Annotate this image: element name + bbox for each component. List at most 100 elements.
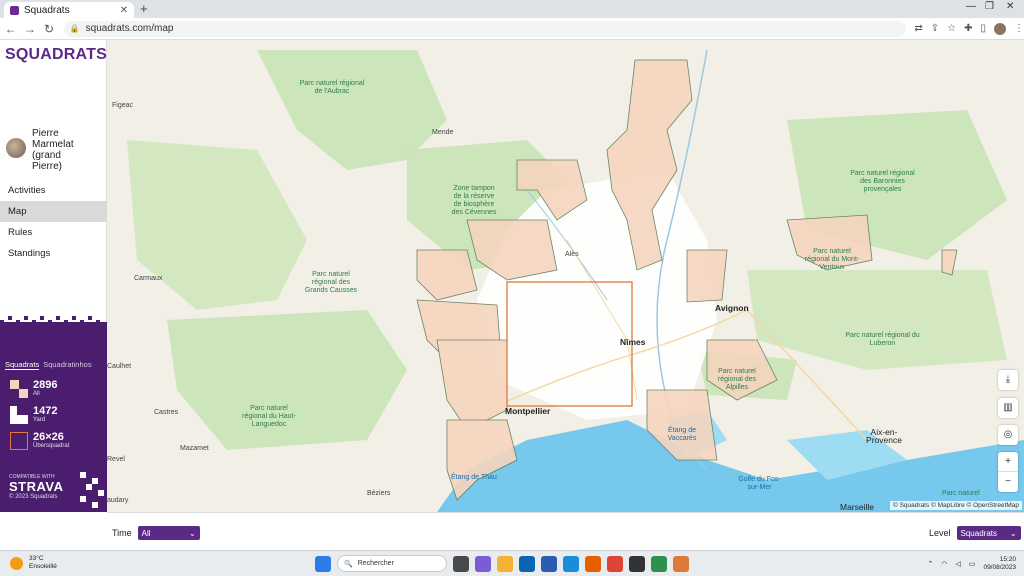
- app-icon[interactable]: [673, 555, 689, 572]
- city-label-nimes: Nîmes: [620, 337, 646, 347]
- menu-kebab-icon[interactable]: ⋮: [1014, 23, 1024, 35]
- sun-icon: [10, 556, 23, 570]
- user-profile[interactable]: Pierre Marmelat (grand Pierre): [6, 128, 92, 172]
- time-select[interactable]: All ⌄: [137, 526, 200, 540]
- weather-widget[interactable]: 33°C Ensoleillé: [10, 555, 57, 571]
- map-attribution[interactable]: © Squadrats © MapLibre © OpenStreetMap: [889, 501, 1022, 510]
- time-filter: Time All ⌄: [112, 526, 200, 540]
- stat-uber-value: 26×26: [33, 431, 64, 443]
- lock-icon: 🔒: [69, 24, 80, 33]
- water-label: Golfe du Fos-sur-Mer: [738, 476, 781, 491]
- sidebar: SQUADRATS Pierre Marmelat (grand Pierre)…: [0, 40, 107, 512]
- park-label: Zone tampon de la réserve de biosphère d…: [451, 185, 497, 216]
- bookmark-star-icon[interactable]: ☆: [947, 23, 956, 35]
- locate-control[interactable]: ◎: [998, 425, 1018, 445]
- stats-panel: Squadrats Squadratinhos 2896 All 1472 Ya…: [0, 316, 107, 512]
- copyright-text: © 2023 Squadrats: [9, 494, 58, 500]
- sidebar-item-rules[interactable]: Rules: [0, 222, 107, 243]
- chevron-up-icon[interactable]: ⌃: [927, 560, 933, 568]
- windows-start-icon[interactable]: [315, 555, 331, 572]
- app-icon[interactable]: [629, 555, 645, 572]
- new-tab-icon[interactable]: +: [140, 1, 148, 16]
- sidebar-item-map[interactable]: Map: [0, 201, 107, 222]
- park-label: Parc naturel régional des Grands Causses: [304, 271, 358, 294]
- chrome-icon[interactable]: [607, 555, 623, 572]
- taskbar-search[interactable]: 🔍 Rechercher: [337, 555, 447, 572]
- park-label: Parc naturel régional du Luberon: [845, 332, 920, 347]
- map-canvas[interactable]: Parc naturel régional de l'Aubrac Figeac…: [107, 40, 1024, 512]
- reload-icon[interactable]: ↻: [40, 22, 57, 36]
- speaker-icon[interactable]: ◁: [955, 560, 960, 568]
- profile-avatar[interactable]: [994, 22, 1007, 35]
- battery-icon[interactable]: ▭: [969, 560, 976, 568]
- level-label: Level: [929, 528, 951, 538]
- file-explorer-icon[interactable]: [497, 555, 513, 572]
- city-label: Caulhet: [107, 363, 132, 370]
- squadrats-favicon-icon: [10, 5, 19, 15]
- minimize-icon[interactable]: —: [966, 1, 976, 12]
- wifi-icon[interactable]: ◠: [941, 560, 947, 568]
- user-avatar: [6, 138, 26, 158]
- maximize-icon[interactable]: ❐: [985, 1, 994, 12]
- water-label: Étang de Thau: [451, 474, 497, 481]
- clock-time: 15:20: [999, 556, 1016, 563]
- close-tab-icon[interactable]: ✕: [120, 5, 128, 16]
- user-name: Pierre Marmelat (grand Pierre): [32, 128, 74, 172]
- zoom-out-icon[interactable]: −: [998, 472, 1018, 492]
- city-label-montpellier: Montpellier: [505, 406, 551, 416]
- back-icon[interactable]: ←: [2, 22, 19, 36]
- url-text: squadrats.com/map: [85, 23, 174, 34]
- forward-icon[interactable]: →: [21, 22, 38, 36]
- app-icon[interactable]: [563, 555, 579, 572]
- stat-all-value: 2896: [33, 379, 58, 391]
- park-label: Parc naturel régional du Mont-Ventoux: [804, 248, 860, 271]
- park-label: Parc naturel régional du Haut-Languedoc: [242, 405, 296, 428]
- mail-icon[interactable]: [519, 555, 535, 572]
- city-label: Béziers: [367, 490, 391, 497]
- share-icon[interactable]: ⇪: [931, 23, 939, 35]
- park-label: Parc naturel: [942, 490, 980, 497]
- browser-tab[interactable]: Squadrats ✕: [4, 2, 134, 18]
- strava-badge[interactable]: COMPATIBLE WITH STRAVA © 2023 Squadrats: [9, 474, 64, 500]
- sidebar-item-activities[interactable]: Activities: [0, 180, 107, 201]
- layers-icon[interactable]: ▥: [998, 398, 1018, 418]
- download-icon[interactable]: ⤓: [998, 370, 1018, 390]
- teams-icon[interactable]: [475, 555, 491, 572]
- brand-logo[interactable]: SQUADRATS: [5, 46, 107, 64]
- close-window-icon[interactable]: ✕: [1006, 1, 1014, 12]
- firefox-icon[interactable]: [585, 555, 601, 572]
- stat-yard-label: Yard: [33, 417, 46, 423]
- tab-squadrats[interactable]: Squadrats: [5, 360, 40, 370]
- task-view-icon[interactable]: [453, 555, 469, 572]
- city-label: audary: [107, 497, 129, 504]
- city-label: Mazamet: [180, 445, 209, 452]
- filter-bar: Time All ⌄ Level Squadrats ⌄: [107, 512, 1024, 550]
- zoom-in-icon[interactable]: +: [998, 452, 1018, 472]
- sidebar-item-standings[interactable]: Standings: [0, 243, 107, 264]
- park-label: Parc naturel régional de l'Aubrac: [299, 80, 365, 95]
- address-bar[interactable]: 🔒 squadrats.com/map: [63, 20, 907, 37]
- pixel-pattern-decoration: [0, 316, 100, 324]
- extensions-icon[interactable]: ✚: [964, 23, 972, 35]
- locate-icon[interactable]: ◎: [998, 425, 1018, 445]
- app-icon[interactable]: [541, 555, 557, 572]
- layers-control[interactable]: ▥: [998, 398, 1018, 418]
- browser-toolbar: ← → ↻ 🔒 squadrats.com/map ⇄ ⇪ ☆ ✚ ▯ ⋮: [0, 18, 1024, 40]
- pixel-corner-decoration: [80, 472, 104, 508]
- translate-icon[interactable]: ⇄: [914, 23, 922, 35]
- level-select[interactable]: Squadrats ⌄: [956, 526, 1021, 540]
- tab-squadratinhos[interactable]: Squadratinhos: [43, 360, 91, 370]
- clock[interactable]: 15:20 09/08/2023: [983, 556, 1016, 572]
- sidepanel-icon[interactable]: ▯: [981, 23, 987, 35]
- clock-date: 09/08/2023: [983, 564, 1016, 571]
- download-control[interactable]: ⤓: [998, 370, 1018, 390]
- city-label: Carmaux: [134, 275, 163, 282]
- city-label: Alès: [565, 251, 579, 258]
- chevron-down-icon: ⌄: [188, 528, 196, 538]
- sidebar-menu: Activities Map Rules Standings: [0, 180, 107, 264]
- search-placeholder: Rechercher: [357, 560, 394, 567]
- stat-ubersquadrat: 26×26 Übersquadrat: [10, 432, 69, 450]
- stat-all-label: All: [33, 391, 40, 397]
- temperature: 33°C: [29, 555, 44, 562]
- app-icon[interactable]: [651, 555, 667, 572]
